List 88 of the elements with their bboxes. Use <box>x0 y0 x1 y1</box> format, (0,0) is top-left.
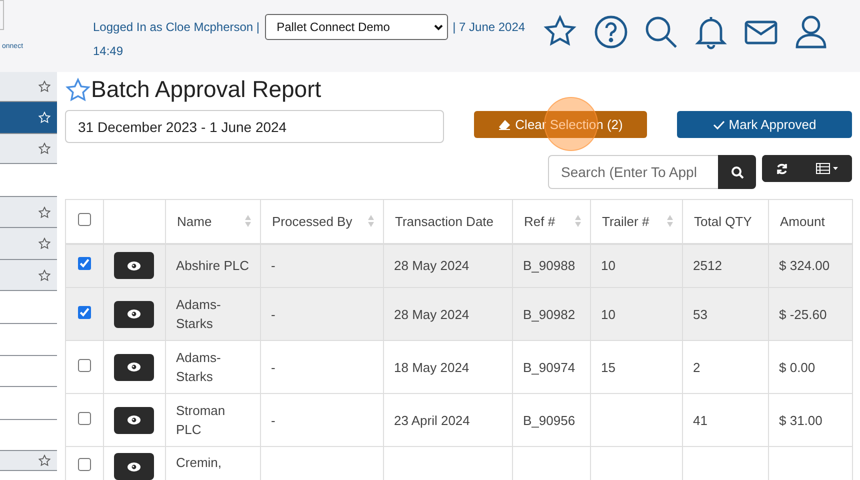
star-icon <box>38 111 51 124</box>
table-cell: 53 <box>693 306 708 322</box>
chevron-icon <box>434 24 443 30</box>
table-cell: Adams-Starks <box>176 297 221 331</box>
view-button[interactable] <box>114 252 154 280</box>
table-cell: 18 May 2024 <box>394 360 470 374</box>
date-text: | 7 June 2024 <box>452 19 526 36</box>
logged-in-text: Logged In as Cloe Mcpherson | <box>93 19 260 36</box>
star-icon <box>38 206 51 218</box>
company-select[interactable]: Pallet Connect Demo <box>264 14 448 40</box>
sidebar-item[interactable] <box>0 134 57 164</box>
view-button[interactable] <box>114 354 154 380</box>
table-cell: Abshire PLC <box>176 258 249 274</box>
table-cell: - <box>271 306 276 322</box>
table-cell: B_90988 <box>523 258 576 274</box>
table-cell: Stroman PLC <box>176 403 226 437</box>
sidebar-item[interactable] <box>0 451 57 471</box>
row-checkbox[interactable] <box>78 412 91 424</box>
sidebar-item[interactable] <box>0 197 57 228</box>
eye-icon <box>127 362 141 372</box>
refresh-icon <box>776 162 788 174</box>
column-header[interactable]: Amount <box>780 214 825 229</box>
table-cell: - <box>271 360 276 374</box>
table-cell: 28 May 2024 <box>394 306 470 322</box>
column-header[interactable]: Name <box>177 214 212 229</box>
table-cell: $ -25.60 <box>779 306 827 322</box>
table-cell: 2512 <box>693 258 722 274</box>
row-checkbox[interactable] <box>78 358 91 372</box>
table-cell: Cremin, <box>176 455 222 470</box>
bell-icon[interactable] <box>693 14 729 50</box>
table-cell: 28 May 2024 <box>394 258 470 274</box>
eye-icon <box>127 260 141 271</box>
search-icon <box>730 166 744 178</box>
star-icon <box>38 454 51 467</box>
table-cell: 10 <box>601 258 616 274</box>
select-all-checkbox[interactable] <box>78 213 91 226</box>
eye-icon <box>127 309 141 319</box>
table-cell: - <box>271 258 276 274</box>
table-cell: B_90982 <box>523 306 576 322</box>
clear-selection-button[interactable]: Clear Selection (2) <box>474 111 647 138</box>
logo-frame <box>0 0 4 30</box>
table-cell: Adams-Starks <box>176 350 221 384</box>
star-icon <box>38 268 51 282</box>
table-cell: B_90974 <box>523 360 576 374</box>
eye-icon <box>127 415 141 425</box>
sidebar-item[interactable] <box>0 72 57 102</box>
sort-icon <box>574 214 582 228</box>
eraser-icon <box>498 119 512 130</box>
star-icon <box>38 237 51 250</box>
view-button[interactable] <box>114 300 154 328</box>
search-field[interactable]: Search (Enter To Appl <box>548 155 718 189</box>
table-cell: $ 31.00 <box>779 412 822 428</box>
view-button[interactable] <box>114 453 154 480</box>
help-icon[interactable] <box>593 14 629 50</box>
date-range-field[interactable]: 31 December 2023 - 1 June 2024 <box>65 110 444 143</box>
sort-icon <box>244 214 252 228</box>
time-text: 14:49 <box>93 43 124 60</box>
view-button[interactable] <box>114 406 154 434</box>
table-cell: $ 324.00 <box>779 258 830 274</box>
mark-approved-button[interactable]: Mark Approved <box>677 111 852 138</box>
column-header[interactable]: Trailer # <box>602 214 650 229</box>
check-icon <box>712 120 725 130</box>
table-cell: 41 <box>693 412 708 428</box>
sort-icon <box>367 214 375 228</box>
search-button[interactable] <box>718 155 756 189</box>
table-cell: 15 <box>601 360 616 374</box>
sidebar-item[interactable] <box>0 102 57 134</box>
page-title: Batch Approval Report <box>91 76 322 103</box>
sidebar-item[interactable] <box>0 260 57 291</box>
table-cell: 2 <box>693 360 700 374</box>
favorite-star-icon <box>65 76 91 102</box>
eye-icon <box>127 462 141 472</box>
row-checkbox[interactable] <box>78 306 91 318</box>
user-icon[interactable] <box>793 14 829 50</box>
table-cell: 23 April 2024 <box>394 412 470 428</box>
row-checkbox[interactable] <box>78 458 91 471</box>
table-icon <box>816 163 838 174</box>
row-checkbox[interactable] <box>78 257 91 270</box>
sidebar-item[interactable] <box>0 228 57 260</box>
star-icon <box>38 142 51 155</box>
column-header[interactable]: Ref # <box>524 214 556 229</box>
search-icon[interactable] <box>643 14 679 50</box>
table-cell: $ 0.00 <box>779 360 816 374</box>
sort-icon <box>666 214 674 228</box>
table-cell: 10 <box>601 306 616 322</box>
table-cell: - <box>271 412 276 428</box>
star-icon <box>38 80 51 93</box>
table-cell: B_90956 <box>523 412 576 428</box>
